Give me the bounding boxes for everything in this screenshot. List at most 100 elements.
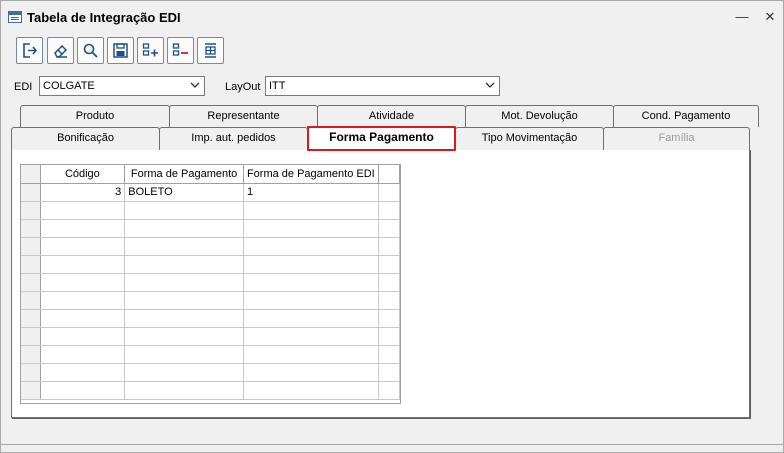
- layout-label: LayOut: [225, 81, 261, 93]
- close-button[interactable]: ✕: [762, 9, 778, 25]
- tab-imp-aut-pedidos[interactable]: Imp. aut. pedidos: [159, 127, 308, 150]
- cell-filler: [378, 363, 400, 382]
- table-row-empty[interactable]: [21, 273, 400, 292]
- window: Tabela de Integração EDI — ✕ EDI COLGATE…: [0, 0, 784, 453]
- cell-forma-pagamento[interactable]: [124, 219, 244, 238]
- row-indicator[interactable]: [21, 237, 41, 256]
- tab-bonificacao[interactable]: Bonificação: [11, 127, 160, 150]
- cell-codigo[interactable]: [40, 201, 126, 220]
- clear-button[interactable]: [47, 37, 74, 64]
- column-header-forma-pagamento-edi[interactable]: Forma de Pagamento EDI: [243, 165, 379, 184]
- cell-filler: [378, 309, 400, 328]
- edi-select-value: COLGATE: [43, 80, 95, 92]
- row-indicator[interactable]: [21, 327, 41, 346]
- table-row-empty[interactable]: [21, 381, 400, 400]
- table-row-empty[interactable]: [21, 219, 400, 238]
- cell-codigo[interactable]: [40, 327, 126, 346]
- cell-forma-pagamento[interactable]: [124, 273, 244, 292]
- cell-forma-pagamento-edi[interactable]: [243, 273, 379, 292]
- tab-atividade[interactable]: Atividade: [317, 105, 466, 127]
- table-row-empty[interactable]: [21, 363, 400, 382]
- search-button[interactable]: [77, 37, 104, 64]
- tab-tipo-movimentacao[interactable]: Tipo Movimentação: [455, 127, 604, 150]
- row-indicator[interactable]: [21, 219, 41, 238]
- cell-filler: [378, 381, 400, 400]
- cell-codigo[interactable]: [40, 345, 126, 364]
- cell-forma-pagamento[interactable]: [124, 363, 244, 382]
- cell-filler: [378, 345, 400, 364]
- tab-familia[interactable]: Família: [603, 127, 750, 150]
- data-grid[interactable]: Código Forma de Pagamento Forma de Pagam…: [20, 164, 401, 404]
- cell-forma-pagamento[interactable]: BOLETO: [124, 183, 244, 202]
- cell-forma-pagamento-edi[interactable]: [243, 327, 379, 346]
- title-bar: Tabela de Integração EDI — ✕: [1, 1, 783, 34]
- table-row-empty[interactable]: [21, 309, 400, 328]
- table-row-empty[interactable]: [21, 291, 400, 310]
- cell-filler: [378, 201, 400, 220]
- minimize-button[interactable]: —: [734, 9, 750, 25]
- table-row-empty[interactable]: [21, 327, 400, 346]
- cell-forma-pagamento-edi[interactable]: [243, 237, 379, 256]
- cell-codigo[interactable]: [40, 255, 126, 274]
- remove-row-button[interactable]: [167, 37, 194, 64]
- table-row[interactable]: 3 BOLETO 1: [21, 183, 400, 202]
- column-header-forma-pagamento[interactable]: Forma de Pagamento: [124, 165, 244, 184]
- cell-forma-pagamento-edi[interactable]: [243, 201, 379, 220]
- table-row-empty[interactable]: [21, 345, 400, 364]
- tab-forma-pagamento[interactable]: Forma Pagamento: [307, 126, 456, 151]
- cell-forma-pagamento[interactable]: [124, 255, 244, 274]
- row-indicator[interactable]: [21, 363, 41, 382]
- cell-codigo[interactable]: [40, 291, 126, 310]
- cell-forma-pagamento[interactable]: [124, 201, 244, 220]
- row-indicator[interactable]: [21, 201, 41, 220]
- cell-forma-pagamento-edi[interactable]: [243, 219, 379, 238]
- cell-forma-pagamento-edi[interactable]: [243, 255, 379, 274]
- search-icon: [83, 43, 98, 58]
- cell-forma-pagamento[interactable]: [124, 237, 244, 256]
- exit-button[interactable]: [16, 37, 43, 64]
- cell-codigo[interactable]: 3: [40, 183, 126, 202]
- cell-forma-pagamento-edi[interactable]: [243, 381, 379, 400]
- row-indicator[interactable]: [21, 183, 41, 202]
- row-indicator-header: [21, 165, 41, 184]
- cell-forma-pagamento-edi[interactable]: [243, 345, 379, 364]
- cell-forma-pagamento[interactable]: [124, 309, 244, 328]
- cell-forma-pagamento-edi[interactable]: [243, 363, 379, 382]
- row-indicator[interactable]: [21, 381, 41, 400]
- edi-select[interactable]: COLGATE: [39, 76, 205, 96]
- cell-forma-pagamento[interactable]: [124, 327, 244, 346]
- eraser-icon: [54, 44, 68, 58]
- cell-forma-pagamento-edi[interactable]: [243, 309, 379, 328]
- cell-forma-pagamento-edi[interactable]: 1: [243, 183, 379, 202]
- cell-forma-pagamento[interactable]: [124, 291, 244, 310]
- cell-forma-pagamento-edi[interactable]: [243, 291, 379, 310]
- table-row-empty[interactable]: [21, 201, 400, 220]
- row-indicator[interactable]: [21, 291, 41, 310]
- row-indicator[interactable]: [21, 273, 41, 292]
- cell-forma-pagamento[interactable]: [124, 381, 244, 400]
- table-row-empty[interactable]: [21, 255, 400, 274]
- cell-codigo[interactable]: [40, 273, 126, 292]
- cell-codigo[interactable]: [40, 219, 126, 238]
- cell-codigo[interactable]: [40, 381, 126, 400]
- column-header-codigo[interactable]: Código: [40, 165, 126, 184]
- table-row-empty[interactable]: [21, 237, 400, 256]
- tab-produto[interactable]: Produto: [20, 105, 170, 127]
- tab-mot-devolucao[interactable]: Mot. Devolução: [465, 105, 614, 127]
- cell-codigo[interactable]: [40, 237, 126, 256]
- row-indicator[interactable]: [21, 255, 41, 274]
- row-indicator[interactable]: [21, 309, 41, 328]
- tab-representante[interactable]: Representante: [169, 105, 318, 127]
- row-indicator[interactable]: [21, 345, 41, 364]
- cell-filler: [378, 291, 400, 310]
- layout-select[interactable]: ITT: [265, 76, 500, 96]
- cell-codigo[interactable]: [40, 309, 126, 328]
- cell-codigo[interactable]: [40, 363, 126, 382]
- add-row-button[interactable]: [137, 37, 164, 64]
- save-button[interactable]: [107, 37, 134, 64]
- cell-forma-pagamento[interactable]: [124, 345, 244, 364]
- tab-cond-pagamento[interactable]: Cond. Pagamento: [613, 105, 759, 127]
- insert-row-button[interactable]: [197, 37, 224, 64]
- cell-filler: [378, 237, 400, 256]
- window-title: Tabela de Integração EDI: [27, 10, 181, 25]
